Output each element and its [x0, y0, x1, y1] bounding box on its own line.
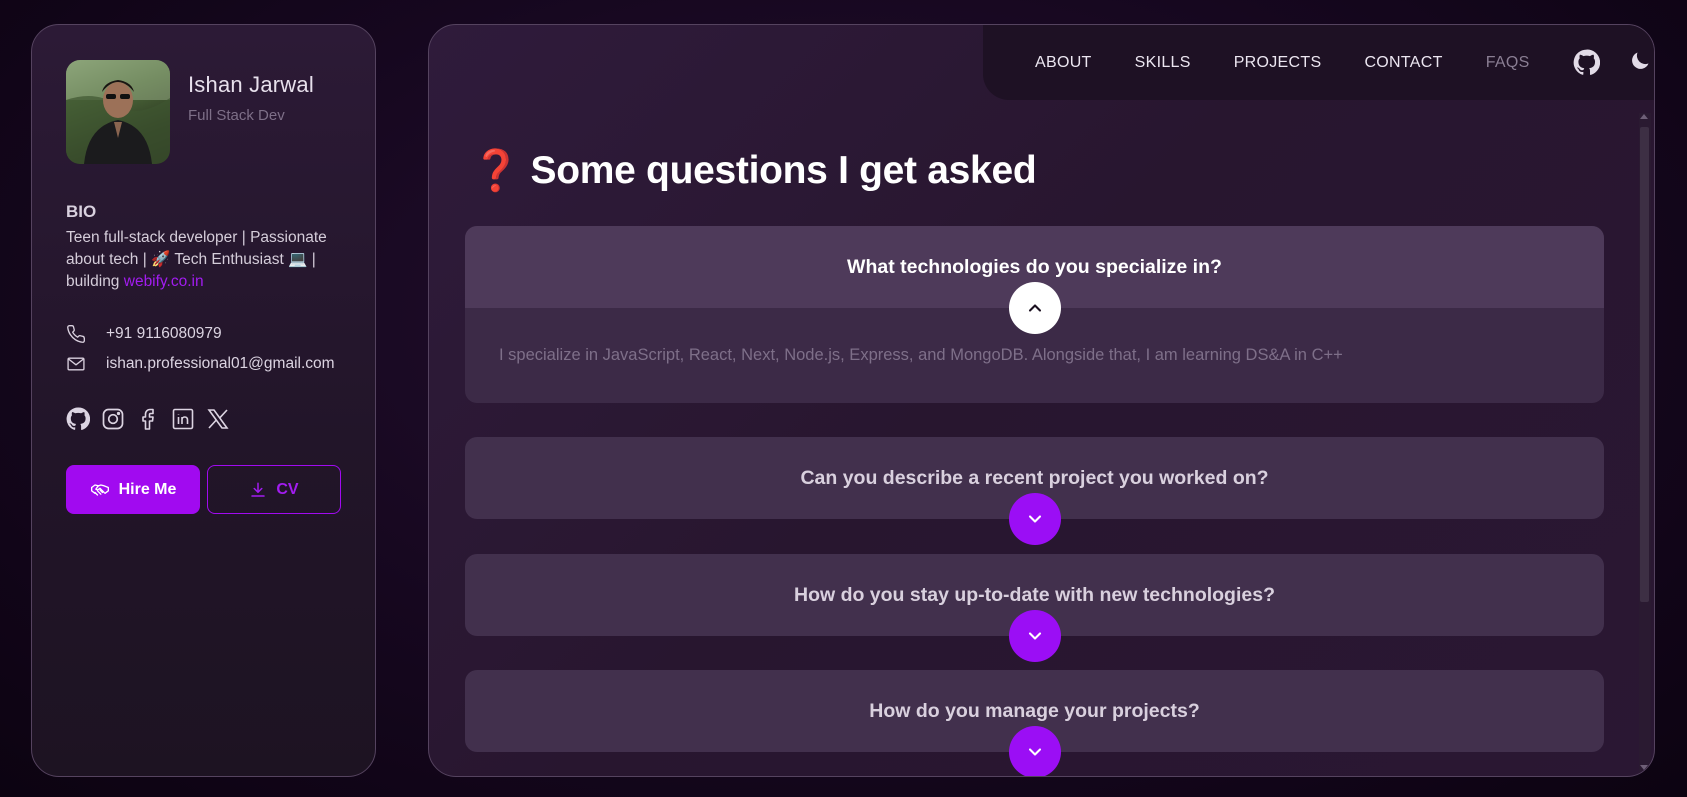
- github-icon[interactable]: [1573, 49, 1600, 76]
- faq-expand-button[interactable]: [1008, 726, 1061, 776]
- faq-expand-button[interactable]: [1008, 610, 1061, 662]
- profile-header: Ishan Jarwal Full Stack Dev: [66, 60, 341, 164]
- chevron-down-icon: [1025, 742, 1045, 762]
- instagram-icon[interactable]: [101, 407, 125, 431]
- faq-collapse-button[interactable]: [1008, 282, 1061, 334]
- page-title: ❓ Some questions I get asked: [471, 147, 1037, 194]
- chevron-down-icon: [1025, 626, 1045, 646]
- contact-list: +91 9116080979 ishan.professional01@gmai…: [66, 319, 341, 379]
- linkedin-icon[interactable]: [171, 407, 195, 431]
- nav-faqs[interactable]: FAQS: [1486, 54, 1530, 72]
- scroll-down-arrow[interactable]: [1640, 765, 1648, 770]
- faq-item: How do you manage your projects?: [465, 670, 1604, 776]
- avatar: [66, 60, 170, 164]
- nav-skills[interactable]: SKILLS: [1135, 54, 1191, 72]
- download-cv-button[interactable]: CV: [207, 465, 341, 514]
- profile-name: Ishan Jarwal: [188, 72, 314, 97]
- top-navbar: ABOUT SKILLS PROJECTS CONTACT FAQS: [983, 25, 1654, 100]
- x-twitter-icon[interactable]: [206, 407, 230, 431]
- faq-item: How do you stay up-to-date with new tech…: [465, 554, 1604, 662]
- hire-me-button[interactable]: Hire Me: [66, 465, 200, 514]
- handshake-icon: [90, 480, 110, 500]
- profile-role: Full Stack Dev: [188, 107, 285, 124]
- webify-link[interactable]: webify.co.in: [124, 273, 204, 290]
- download-icon: [249, 481, 267, 499]
- scroll-up-arrow[interactable]: [1640, 114, 1648, 119]
- profile-sidebar: Ishan Jarwal Full Stack Dev BIO Teen ful…: [31, 24, 376, 777]
- email-row: ishan.professional01@gmail.com: [66, 349, 341, 379]
- nav-contact[interactable]: CONTACT: [1364, 54, 1442, 72]
- mail-icon: [66, 354, 86, 374]
- cv-label: CV: [276, 480, 299, 498]
- social-links: [66, 407, 341, 431]
- phone-icon: [66, 324, 86, 344]
- faq-expand-button[interactable]: [1008, 493, 1061, 545]
- bio-title: BIO: [66, 202, 97, 221]
- chevron-down-icon: [1025, 509, 1045, 529]
- facebook-icon[interactable]: [136, 407, 160, 431]
- faq-item: What technologies do you specialize in? …: [465, 226, 1604, 403]
- sidebar-actions: Hire Me CV: [66, 465, 341, 514]
- nav-about[interactable]: ABOUT: [1035, 54, 1092, 72]
- main-panel: ABOUT SKILLS PROJECTS CONTACT FAQS ❓ Som…: [428, 24, 1655, 777]
- faq-item: Can you describe a recent project you wo…: [465, 437, 1604, 545]
- moon-icon[interactable]: [1628, 49, 1652, 76]
- chevron-up-icon: [1025, 298, 1045, 318]
- nav-projects[interactable]: PROJECTS: [1234, 54, 1322, 72]
- scrollbar-thumb[interactable]: [1640, 127, 1649, 602]
- phone-row: +91 9116080979: [66, 319, 341, 349]
- github-icon[interactable]: [66, 407, 90, 431]
- phone-number[interactable]: +91 9116080979: [106, 325, 222, 343]
- email-address[interactable]: ishan.professional01@gmail.com: [106, 355, 335, 373]
- hire-me-label: Hire Me: [118, 480, 177, 498]
- bio-text: Teen full-stack developer | Passionate a…: [66, 227, 328, 293]
- question-mark-emoji: ❓: [471, 149, 521, 193]
- page-title-text: Some questions I get asked: [530, 148, 1037, 192]
